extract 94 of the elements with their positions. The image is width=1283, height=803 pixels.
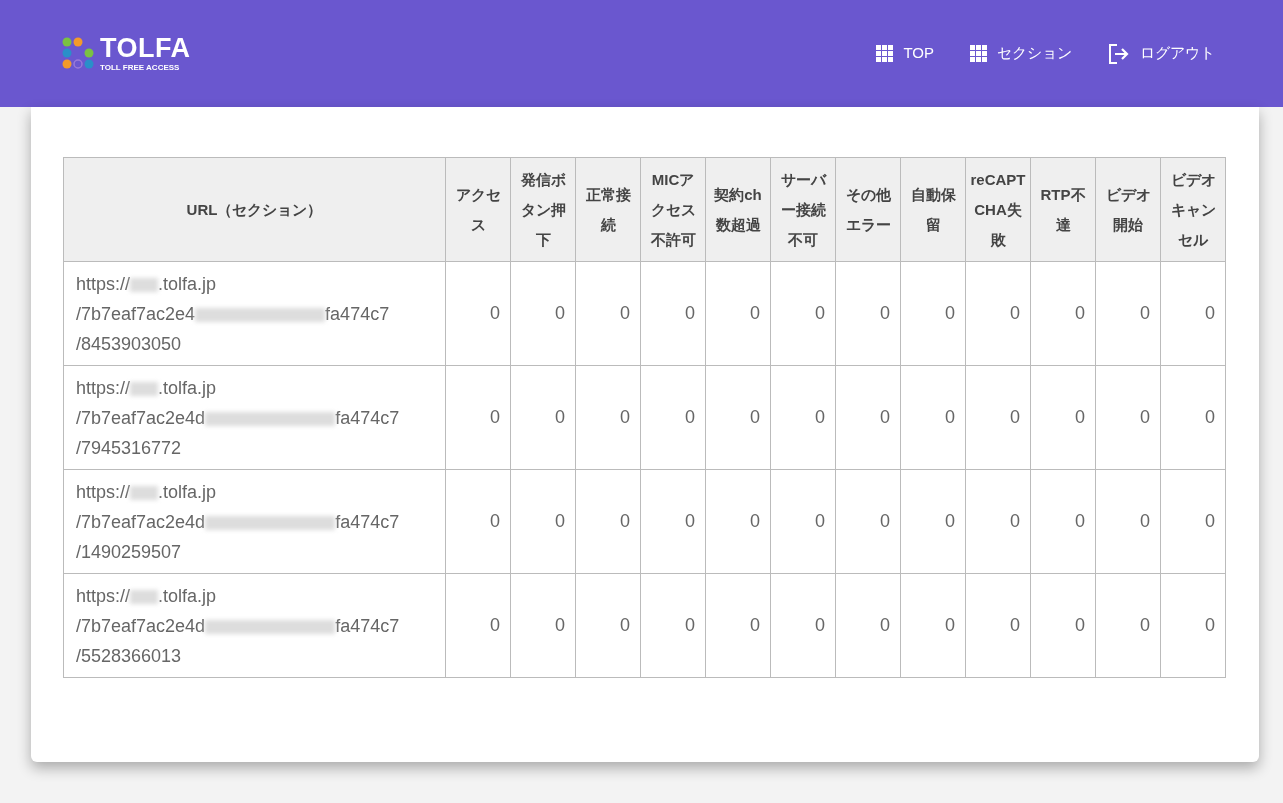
column-header: アクセス [445,157,511,262]
table-cell: 0 [1095,469,1161,574]
url-text: /7945316772 [76,437,182,458]
redacted-mark [130,277,159,292]
table-cell: 0 [770,365,836,470]
table-cell: 0 [640,261,706,366]
url-text: https:// [76,377,131,398]
table-cell: 0 [900,365,966,470]
redacted-mark [130,485,159,500]
column-header: reCAPTCHA失敗 [965,157,1031,262]
table-cell: 0 [1030,365,1096,470]
redacted-mark [130,589,159,604]
table-cell: 0 [835,573,901,678]
column-header: その他エラー [835,157,901,262]
nav-link[interactable]: ログアウト [1102,38,1221,69]
table-cell: 0 [510,261,576,366]
table-cell: 0 [705,365,771,470]
table-cell: 0 [965,261,1031,366]
url-text: fa474c7 [335,511,400,532]
table-cell: 0 [1095,365,1161,470]
column-header: 発信ボタン押下 [510,157,576,262]
column-header: 自動保留 [900,157,966,262]
url-text: /7b7eaf7ac2e4d [76,511,206,532]
url-text: fa474c7 [335,615,400,636]
table-cell: 0 [510,365,576,470]
url-text: .tolfa.jp [158,481,217,502]
table-cell: 0 [1030,261,1096,366]
table-cell: 0 [900,469,966,574]
table-cell: 0 [445,469,511,574]
column-header: URL（セクション） [63,157,446,262]
column-header: サーバー接続不可 [770,157,836,262]
table-cell: 0 [770,261,836,366]
table-cell: 0 [965,469,1031,574]
url-text: /7b7eaf7ac2e4d [76,407,206,428]
table-cell: 0 [1095,261,1161,366]
url-text: .tolfa.jp [158,377,217,398]
grid-icon [876,45,894,62]
column-header: ビデオキャンセル [1160,157,1226,262]
column-header: 契約ch数超過 [705,157,771,262]
logo-tagline: TOLL FREE ACCESS [100,64,181,72]
table-cell: 0 [510,573,576,678]
url-text: /5528366013 [76,645,182,666]
url-text: .tolfa.jp [158,585,217,606]
table-cell: 0 [445,365,511,470]
table-cell: 0 [835,469,901,574]
table-cell: 0 [640,469,706,574]
url-text: https:// [76,585,131,606]
table-cell: 0 [965,365,1031,470]
column-header: RTP不達 [1030,157,1096,262]
url-text: .tolfa.jp [158,273,217,294]
table-cell: 0 [770,469,836,574]
logo-text: TOLFA [100,35,191,62]
url-text: /1490259507 [76,541,182,562]
table-cell: 0 [1160,573,1226,678]
table-cell: 0 [640,573,706,678]
table-cell: 0 [1095,573,1161,678]
table-cell: 0 [705,573,771,678]
table-cell: 0 [445,261,511,366]
redacted-mark [130,381,159,396]
url-text: https:// [76,481,131,502]
table-cell: 0 [1030,573,1096,678]
url-text: /7b7eaf7ac2e4d [76,615,206,636]
column-header: MICアクセス不許可 [640,157,706,262]
table-cell: 0 [705,469,771,574]
url-text: fa474c7 [325,303,390,324]
table-cell: 0 [445,573,511,678]
table-cell: 0 [900,573,966,678]
table-cell: 0 [835,261,901,366]
table-cell: 0 [1160,261,1226,366]
table-cell: 0 [965,573,1031,678]
table-cell: 0 [510,469,576,574]
url-text: /7b7eaf7ac2e4 [76,303,196,324]
table-cell: 0 [900,261,966,366]
table-cell: 0 [835,365,901,470]
table-cell: 0 [1030,469,1096,574]
grid-icon [970,45,987,62]
logo-icon [62,36,96,71]
table-cell: 0 [575,573,641,678]
table-cell: 0 [575,261,641,366]
table-cell: 0 [1160,365,1226,470]
logout-icon [1108,43,1130,64]
table-cell: 0 [770,573,836,678]
nav-link[interactable]: TOP [870,38,940,69]
column-header: 正常接続 [575,157,641,262]
nav-link[interactable]: セクション [964,38,1078,69]
table-cell: 0 [575,365,641,470]
table-cell: 0 [705,261,771,366]
column-header: ビデオ開始 [1095,157,1161,262]
url-text: fa474c7 [335,407,400,428]
table-cell: 0 [575,469,641,574]
url-text: https:// [76,273,131,294]
table-cell: 0 [640,365,706,470]
url-text: /8453903050 [76,333,182,354]
table-cell: 0 [1160,469,1226,574]
